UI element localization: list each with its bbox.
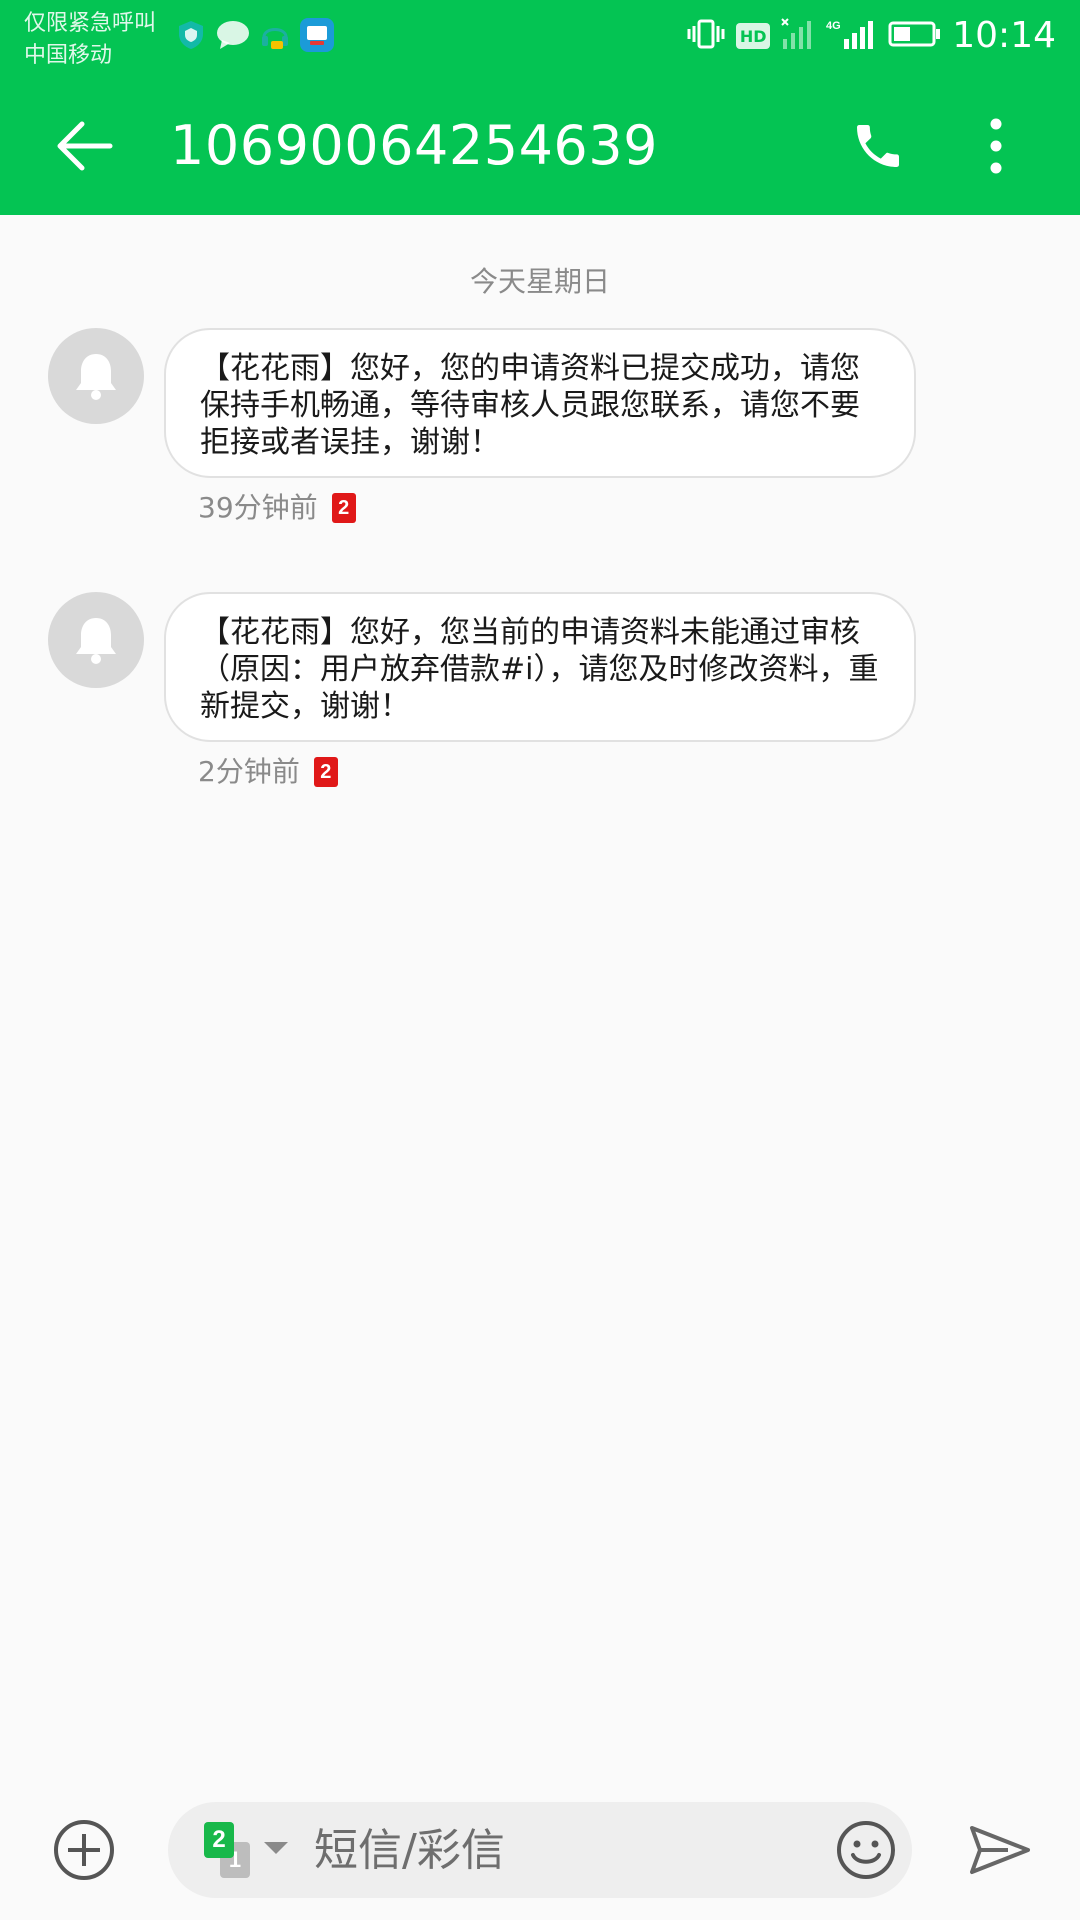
battery-icon bbox=[888, 19, 942, 53]
conversation-title: 10690064254639 bbox=[170, 114, 658, 177]
carrier-name: 中国移动 bbox=[24, 43, 113, 68]
message-item: 【花花雨】您好，您当前的申请资料未能通过审核（原因：用户放弃借款#i），请您及时… bbox=[0, 592, 1080, 792]
message-meta: 2分钟前 2 bbox=[198, 752, 338, 792]
sms-conversation-screen: 仅限紧急呼叫 中国移动 HD 4G 10:14 10690064254639 今… bbox=[0, 0, 1080, 1920]
svg-text:4G: 4G bbox=[826, 20, 841, 32]
carrier-info: 仅限紧急呼叫 中国移动 bbox=[24, 8, 184, 72]
carrier-emergency-text: 仅限紧急呼叫 bbox=[24, 11, 157, 36]
vibrate-icon bbox=[686, 17, 726, 55]
rong-app-icon bbox=[300, 18, 334, 52]
message-item: 【花花雨】您好，您的申请资料已提交成功，请您保持手机畅通，等待审核人员跟您联系，… bbox=[0, 328, 1080, 528]
signal-4g-icon: 4G bbox=[826, 17, 878, 55]
message-bubble[interactable]: 【花花雨】您好，您当前的申请资料未能通过审核（原因：用户放弃借款#i），请您及时… bbox=[164, 592, 916, 742]
shield-icon bbox=[174, 18, 208, 52]
send-button[interactable] bbox=[960, 1814, 1040, 1886]
more-vertical-icon bbox=[990, 118, 1002, 174]
sim-badge: 2 bbox=[331, 493, 356, 523]
sim-badge: 2 bbox=[313, 757, 338, 787]
plus-circle-icon bbox=[54, 1820, 114, 1880]
message-time: 2分钟前 bbox=[198, 755, 300, 788]
status-indicators: HD 4G 10:14 bbox=[686, 14, 1056, 58]
status-bar: 仅限紧急呼叫 中国移动 HD 4G 10:14 bbox=[0, 0, 1080, 74]
sim-primary-badge: 2 bbox=[204, 1822, 234, 1858]
smiley-icon bbox=[837, 1821, 895, 1879]
sender-avatar bbox=[48, 592, 144, 688]
add-attachment-button[interactable] bbox=[48, 1814, 120, 1886]
headset-icon bbox=[258, 18, 292, 52]
emoji-button[interactable] bbox=[832, 1816, 900, 1884]
send-icon bbox=[970, 1826, 1030, 1874]
call-button[interactable] bbox=[838, 110, 918, 182]
date-separator: 今天星期日 bbox=[469, 265, 610, 298]
message-bubble[interactable]: 【花花雨】您好，您的申请资料已提交成功，请您保持手机畅通，等待审核人员跟您联系，… bbox=[164, 328, 916, 478]
chat-bubble-icon bbox=[216, 18, 250, 52]
top-bar: 仅限紧急呼叫 中国移动 HD 4G 10:14 10690064254639 bbox=[0, 0, 1080, 215]
back-button[interactable] bbox=[48, 110, 120, 182]
message-input[interactable] bbox=[314, 1816, 754, 1884]
more-options-button[interactable] bbox=[972, 110, 1020, 182]
sim-selector[interactable]: 1 2 bbox=[204, 1818, 300, 1882]
bell-icon bbox=[76, 618, 116, 664]
message-meta: 39分钟前 2 bbox=[198, 488, 356, 528]
signal-sim1-icon bbox=[780, 17, 816, 55]
message-composer: 1 2 bbox=[0, 1790, 1080, 1910]
phone-icon bbox=[857, 125, 899, 167]
notification-icons bbox=[174, 18, 334, 52]
conversation-header: 10690064254639 bbox=[0, 74, 1080, 215]
chevron-down-icon bbox=[264, 1842, 288, 1854]
sender-avatar bbox=[48, 328, 144, 424]
hd-badge: HD bbox=[736, 23, 771, 49]
message-time: 39分钟前 bbox=[198, 491, 318, 524]
message-field: 1 2 bbox=[168, 1802, 912, 1898]
clock: 10:14 bbox=[952, 15, 1056, 56]
arrow-left-icon bbox=[57, 121, 113, 171]
bell-icon bbox=[76, 354, 116, 400]
